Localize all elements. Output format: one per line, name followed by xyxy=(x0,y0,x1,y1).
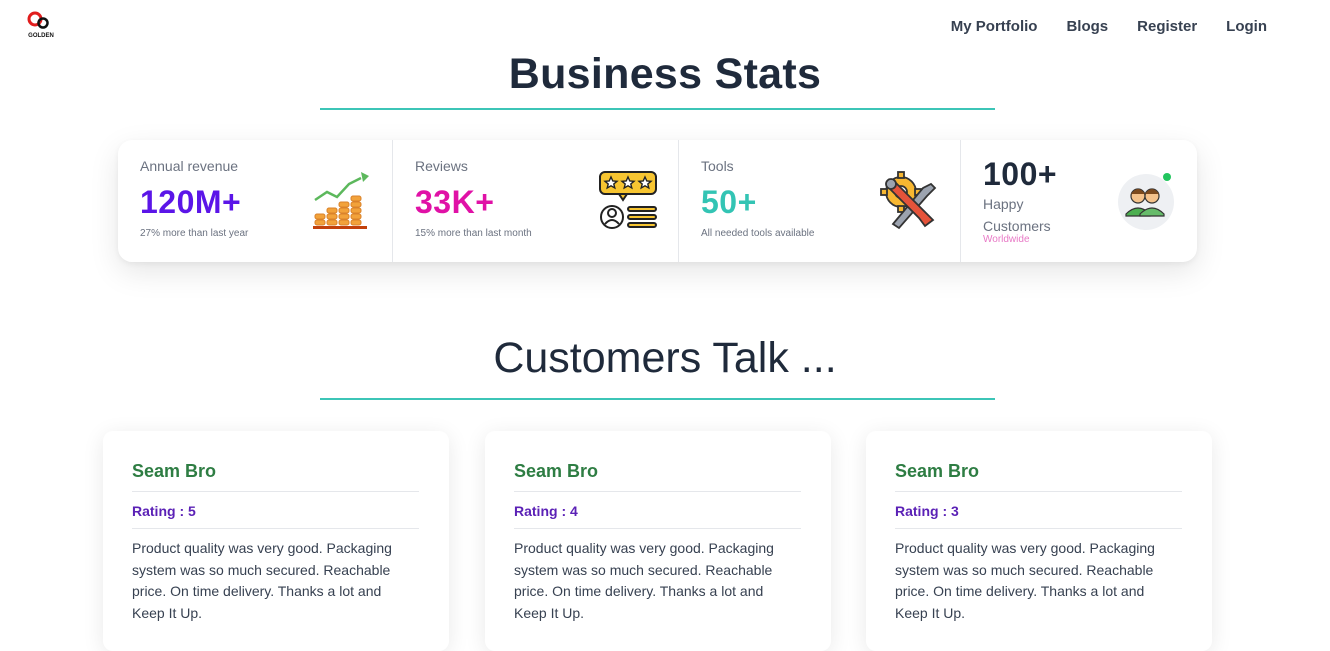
title-underline xyxy=(320,398,995,400)
customers-avatar-icon xyxy=(1118,174,1174,230)
stat-desc: Worldwide xyxy=(983,234,1030,245)
rating-label: Rating : 3 xyxy=(895,503,959,519)
stat-label: Tools xyxy=(701,158,734,174)
review-text: Product quality was very good. Packaging… xyxy=(132,540,392,621)
stat-label: Reviews xyxy=(415,158,468,174)
card-divider xyxy=(895,491,1182,492)
stat-label: Annual revenue xyxy=(140,158,239,174)
rating-label: Rating : 4 xyxy=(514,503,578,519)
stat-reviews: Reviews 33K+ 15% more than last month xyxy=(393,140,679,262)
testimonial-card: Seam Bro Rating : 3 Product quality was … xyxy=(866,431,1212,651)
brand-logo[interactable]: GOLDEN xyxy=(26,10,56,40)
card-divider xyxy=(514,491,801,492)
rating-review-icon xyxy=(597,170,659,237)
rating-label: Rating : 5 xyxy=(132,503,196,519)
card-divider xyxy=(514,528,801,529)
card-divider xyxy=(132,528,419,529)
stat-desc: 15% more than last month xyxy=(415,228,532,239)
stats-panel: Annual revenue 120M+ 27% more than last … xyxy=(118,140,1197,262)
stat-value: 50+ xyxy=(701,184,757,220)
nav-blogs[interactable]: Blogs xyxy=(1066,18,1108,36)
stat-value: 33K+ xyxy=(415,184,495,220)
review-text: Product quality was very good. Packaging… xyxy=(895,540,1155,621)
stat-desc: All needed tools available xyxy=(701,228,815,239)
business-stats-title: Business Stats xyxy=(508,50,822,98)
stat-annual-revenue: Annual revenue 120M+ 27% more than last … xyxy=(118,140,393,262)
nav-register[interactable]: Register xyxy=(1137,18,1197,36)
nav-login[interactable]: Login xyxy=(1226,18,1267,36)
tools-gear-icon xyxy=(879,170,941,237)
testimonial-card: Seam Bro Rating : 4 Product quality was … xyxy=(485,431,831,651)
main-nav: My Portfolio Blogs Register Login xyxy=(951,18,1267,36)
review-text: Product quality was very good. Packaging… xyxy=(514,540,774,621)
testimonial-card: Seam Bro Rating : 5 Product quality was … xyxy=(103,431,449,651)
customers-talk-title: Customers Talk ... xyxy=(493,334,837,382)
revenue-growth-icon xyxy=(311,170,371,237)
stat-happy-customers: 100+ Happy Customers Worldwide xyxy=(961,140,1197,262)
stat-label: Happy Customers xyxy=(983,196,1051,234)
reviewer-name: Seam Bro xyxy=(514,461,599,481)
online-status-dot xyxy=(1163,173,1171,181)
card-divider xyxy=(895,528,1182,529)
stat-desc: 27% more than last year xyxy=(140,228,249,239)
stat-value: 100+ xyxy=(983,156,1058,192)
stat-value: 120M+ xyxy=(140,184,242,220)
title-underline xyxy=(320,108,995,110)
reviewer-name: Seam Bro xyxy=(132,461,217,481)
nav-my-portfolio[interactable]: My Portfolio xyxy=(951,18,1038,36)
svg-text:GOLDEN: GOLDEN xyxy=(28,33,54,39)
card-divider xyxy=(132,491,419,492)
reviewer-name: Seam Bro xyxy=(895,461,980,481)
stat-tools: Tools 50+ All needed tools available xyxy=(679,140,961,262)
gear-icon xyxy=(27,11,49,29)
